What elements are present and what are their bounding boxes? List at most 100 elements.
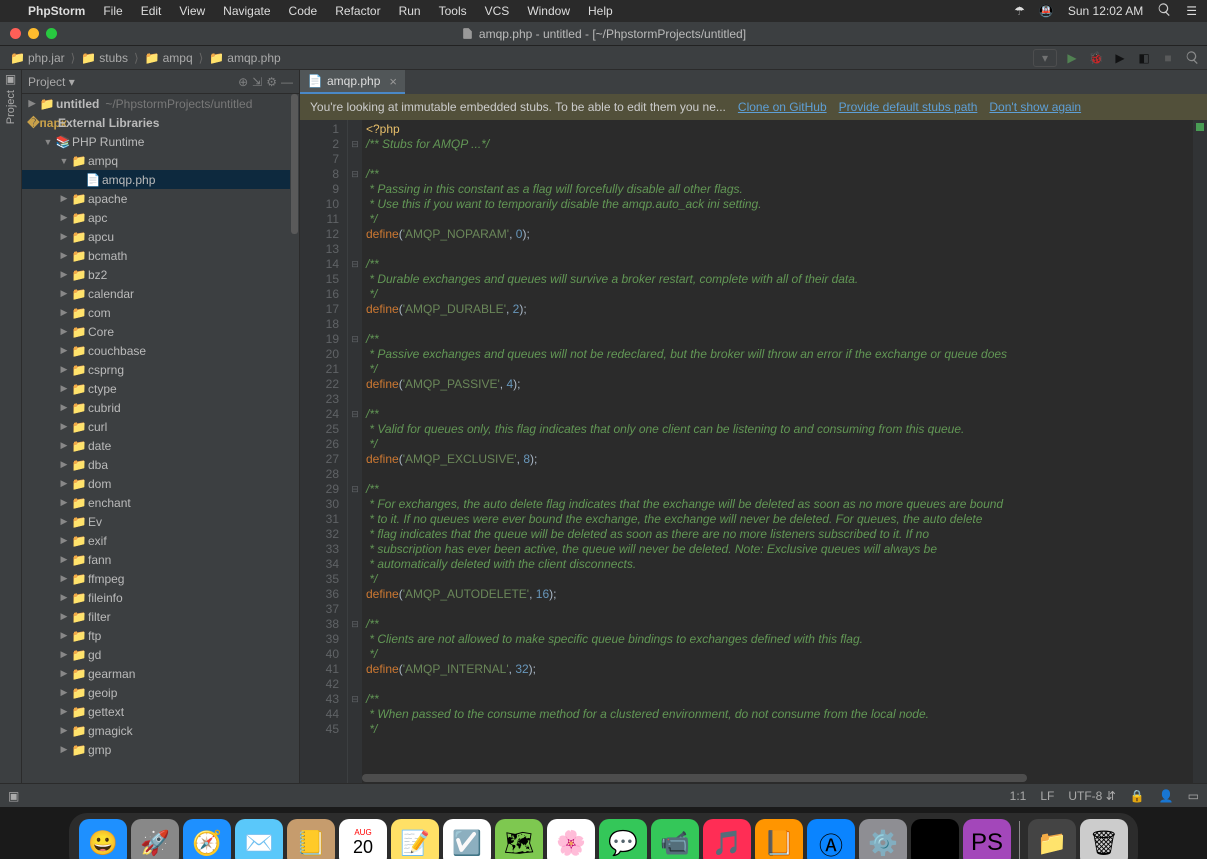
dock-contacts[interactable]: 📒 bbox=[287, 819, 335, 859]
tree-folder-Ev[interactable]: 📁Ev bbox=[22, 512, 299, 531]
menu-navigate[interactable]: Navigate bbox=[223, 4, 270, 18]
collapse-all-icon[interactable]: ⇲ bbox=[252, 75, 262, 89]
project-tool-icon[interactable]: ▣ bbox=[5, 72, 16, 86]
tree-folder-com[interactable]: 📁com bbox=[22, 303, 299, 322]
tree-file-amqp[interactable]: 📄amqp.php bbox=[22, 170, 299, 189]
tree-folder-bcmath[interactable]: 📁bcmath bbox=[22, 246, 299, 265]
run-config-dropdown[interactable]: ▾ bbox=[1033, 49, 1057, 67]
tree-folder-curl[interactable]: 📁curl bbox=[22, 417, 299, 436]
train-icon[interactable]: 🚇 bbox=[1039, 4, 1054, 18]
readonly-lock-icon[interactable]: 🔒 bbox=[1130, 789, 1145, 803]
memory-indicator-icon[interactable]: ▭ bbox=[1188, 789, 1199, 803]
tree-folder-exif[interactable]: 📁exif bbox=[22, 531, 299, 550]
profile-button[interactable]: ◧ bbox=[1135, 49, 1153, 67]
menu-vcs[interactable]: VCS bbox=[485, 4, 510, 18]
dock-launchpad[interactable]: 🚀 bbox=[131, 819, 179, 859]
tree-folder-couchbase[interactable]: 📁couchbase bbox=[22, 341, 299, 360]
breadcrumb-amqp.php[interactable]: 📁amqp.php bbox=[205, 51, 284, 65]
tree-folder-fileinfo[interactable]: 📁fileinfo bbox=[22, 588, 299, 607]
tool-toggle-icon[interactable]: ▣ bbox=[8, 789, 19, 803]
code-editor[interactable]: 1278910111213141516171819202122232425262… bbox=[300, 120, 1207, 783]
tree-folder-apc[interactable]: 📁apc bbox=[22, 208, 299, 227]
tree-folder-ctype[interactable]: 📁ctype bbox=[22, 379, 299, 398]
dock-reminders[interactable]: ☑️ bbox=[443, 819, 491, 859]
menu-edit[interactable]: Edit bbox=[141, 4, 162, 18]
dock-settings[interactable]: ⚙️ bbox=[859, 819, 907, 859]
breadcrumb-php.jar[interactable]: 📁php.jar bbox=[6, 51, 69, 65]
dock-folder[interactable]: 📁 bbox=[1028, 819, 1076, 859]
dock-trash[interactable]: 🗑 bbox=[1080, 819, 1128, 859]
menu-code[interactable]: Code bbox=[289, 4, 318, 18]
tree-folder-Core[interactable]: 📁Core bbox=[22, 322, 299, 341]
app-name[interactable]: PhpStorm bbox=[28, 4, 85, 18]
tree-folder-date[interactable]: 📁date bbox=[22, 436, 299, 455]
umbrella-icon[interactable]: ☂ bbox=[1014, 4, 1025, 18]
dock-calendar[interactable]: AUG20 bbox=[339, 819, 387, 859]
project-tool-label[interactable]: Project bbox=[5, 90, 17, 124]
tree-folder-gd[interactable]: 📁gd bbox=[22, 645, 299, 664]
menu-file[interactable]: File bbox=[103, 4, 122, 18]
search-everywhere-icon[interactable] bbox=[1183, 49, 1201, 67]
tab-amqp[interactable]: 📄 amqp.php × bbox=[300, 70, 405, 94]
tree-folder-dba[interactable]: 📁dba bbox=[22, 455, 299, 474]
tree-folder-enchant[interactable]: 📁enchant bbox=[22, 493, 299, 512]
banner-link-dismiss[interactable]: Don't show again bbox=[989, 100, 1081, 114]
spotlight-icon[interactable] bbox=[1157, 2, 1172, 20]
tree-folder-gmagick[interactable]: 📁gmagick bbox=[22, 721, 299, 740]
menu-refactor[interactable]: Refactor bbox=[335, 4, 380, 18]
stop-button[interactable]: ■ bbox=[1159, 49, 1177, 67]
settings-gear-icon[interactable]: ⚙ bbox=[266, 75, 277, 89]
dock-itunes[interactable]: 🎵 bbox=[703, 819, 751, 859]
tree-folder-gearman[interactable]: 📁gearman bbox=[22, 664, 299, 683]
tree-folder-calendar[interactable]: 📁calendar bbox=[22, 284, 299, 303]
tree-scrollbar[interactable] bbox=[290, 94, 299, 783]
breadcrumb-ampq[interactable]: 📁ampq bbox=[141, 51, 197, 65]
menu-run[interactable]: Run bbox=[399, 4, 421, 18]
debug-button[interactable]: 🐞 bbox=[1087, 49, 1105, 67]
tree-folder-ftp[interactable]: 📁ftp bbox=[22, 626, 299, 645]
banner-link-stubs[interactable]: Provide default stubs path bbox=[839, 100, 978, 114]
tree-folder-geoip[interactable]: 📁geoip bbox=[22, 683, 299, 702]
dock-terminal[interactable]: >_ bbox=[911, 819, 959, 859]
breadcrumb-stubs[interactable]: 📁stubs bbox=[77, 51, 132, 65]
menu-help[interactable]: Help bbox=[588, 4, 613, 18]
code-content[interactable]: <?php/** Stubs for AMQP ...*//** * Passi… bbox=[362, 120, 1193, 783]
scroll-from-source-icon[interactable]: ⊕ bbox=[238, 75, 248, 89]
tree-folder-gettext[interactable]: 📁gettext bbox=[22, 702, 299, 721]
dock-maps[interactable]: 🗺 bbox=[495, 819, 543, 859]
tree-folder-dom[interactable]: 📁dom bbox=[22, 474, 299, 493]
dock-facetime[interactable]: 📹 bbox=[651, 819, 699, 859]
tree-folder-ffmpeg[interactable]: 📁ffmpeg bbox=[22, 569, 299, 588]
dock-notes[interactable]: 📝 bbox=[391, 819, 439, 859]
coverage-button[interactable]: ▶ bbox=[1111, 49, 1129, 67]
banner-link-clone[interactable]: Clone on GitHub bbox=[738, 100, 827, 114]
tree-folder-bz2[interactable]: 📁bz2 bbox=[22, 265, 299, 284]
run-button[interactable]: ▶ bbox=[1063, 49, 1081, 67]
menu-view[interactable]: View bbox=[179, 4, 205, 18]
file-encoding[interactable]: UTF-8 ⇵ bbox=[1068, 789, 1115, 803]
fold-column[interactable]: ⊟⊟⊟⊟⊟⊟⊟⊟ bbox=[348, 120, 362, 783]
inspection-icon[interactable]: 👤 bbox=[1159, 789, 1174, 803]
horizontal-scrollbar[interactable] bbox=[362, 773, 1193, 783]
tree-folder-filter[interactable]: 📁filter bbox=[22, 607, 299, 626]
menu-icon[interactable]: ☰ bbox=[1186, 4, 1197, 18]
project-tree[interactable]: 📁untitled~/PhpstormProjects/untitled �па… bbox=[22, 94, 299, 783]
clock[interactable]: Sun 12:02 AM bbox=[1068, 4, 1143, 18]
dock-ibooks[interactable]: 📙 bbox=[755, 819, 803, 859]
tree-folder-apcu[interactable]: 📁apcu bbox=[22, 227, 299, 246]
dock-mail[interactable]: ✉️ bbox=[235, 819, 283, 859]
dock-photos[interactable]: 🌸 bbox=[547, 819, 595, 859]
dock-messages[interactable]: 💬 bbox=[599, 819, 647, 859]
dock-finder[interactable]: 😀 bbox=[79, 819, 127, 859]
error-stripe[interactable] bbox=[1193, 120, 1207, 783]
dock-safari[interactable]: 🧭 bbox=[183, 819, 231, 859]
dock-phpstorm[interactable]: PS bbox=[963, 819, 1011, 859]
tree-folder-gmp[interactable]: 📁gmp bbox=[22, 740, 299, 759]
tree-folder-csprng[interactable]: 📁csprng bbox=[22, 360, 299, 379]
menu-tools[interactable]: Tools bbox=[439, 4, 467, 18]
close-tab-icon[interactable]: × bbox=[389, 74, 397, 89]
dock-appstore[interactable]: Ⓐ bbox=[807, 819, 855, 859]
line-separator[interactable]: LF bbox=[1040, 789, 1054, 803]
tree-folder-apache[interactable]: 📁apache bbox=[22, 189, 299, 208]
tree-folder-fann[interactable]: 📁fann bbox=[22, 550, 299, 569]
